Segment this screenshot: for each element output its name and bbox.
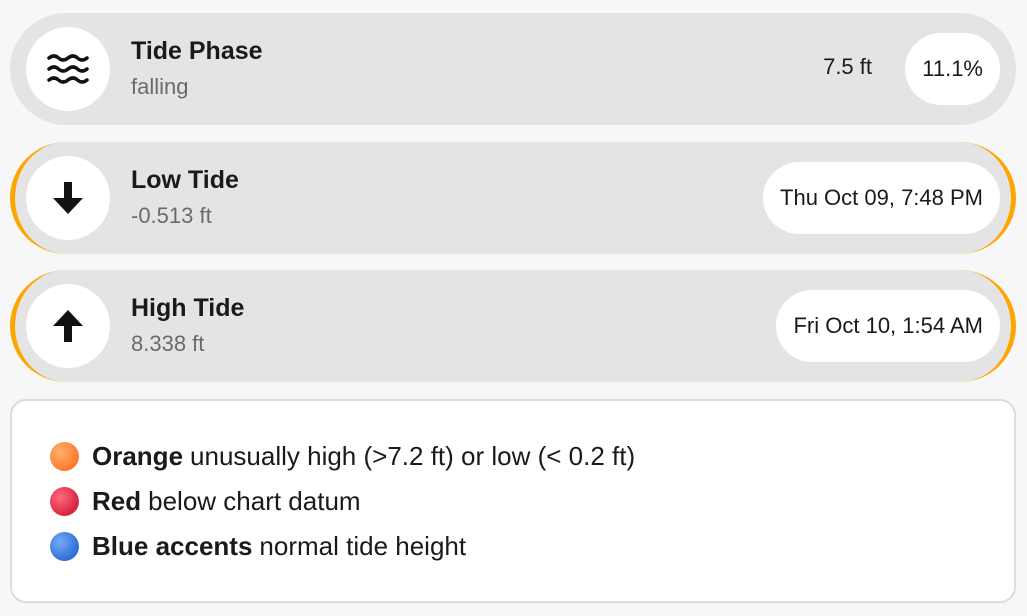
legend-label: Red [92, 486, 142, 516]
low-tide-height: -0.513 ft [131, 203, 212, 228]
tide-phase-title: Tide Phase [131, 37, 263, 65]
low-tide-time-badge: Thu Oct 09, 7:48 PM [763, 162, 1000, 234]
legend-item-blue: Blue accents normal tide height [50, 531, 466, 562]
red-dot-icon [50, 487, 79, 516]
arrow-down-icon [53, 182, 83, 214]
legend-label: Orange [92, 441, 184, 471]
tide-height-value: 7.5 ft [823, 54, 872, 79]
high-tide-title: High Tide [131, 294, 245, 322]
high-tide-height: 8.338 ft [131, 331, 205, 356]
arrow-up-icon [53, 310, 83, 342]
low-tide-title: Low Tide [131, 166, 239, 194]
high-tide-time-badge: Fri Oct 10, 1:54 AM [776, 290, 1000, 362]
color-legend: Orange unusually high (>7.2 ft) or low (… [10, 399, 1016, 603]
waves-icon [47, 54, 89, 84]
low-tide-card[interactable]: Low Tide -0.513 ft Thu Oct 09, 7:48 PM [10, 142, 1016, 254]
high-tide-icon-circle [26, 284, 110, 368]
legend-text: unusually high (>7.2 ft) or low (< 0.2 f… [190, 441, 636, 471]
tide-phase-icon-circle [26, 27, 110, 111]
low-tide-icon-circle [26, 156, 110, 240]
orange-dot-icon [50, 442, 79, 471]
high-tide-card[interactable]: High Tide 8.338 ft Fri Oct 10, 1:54 AM [10, 270, 1016, 382]
legend-label: Blue accents [92, 531, 253, 561]
tide-phase-status: falling [131, 74, 189, 99]
legend-text: normal tide height [259, 531, 467, 561]
tide-percent-badge: 11.1% [905, 33, 1000, 105]
legend-item-red: Red below chart datum [50, 486, 361, 517]
tide-phase-card[interactable]: Tide Phase falling 7.5 ft 11.1% [10, 13, 1016, 125]
tide-dashboard: Tide Phase falling 7.5 ft 11.1% Low Tide… [0, 0, 1027, 616]
blue-dot-icon [50, 532, 79, 561]
legend-item-orange: Orange unusually high (>7.2 ft) or low (… [50, 441, 635, 472]
legend-text: below chart datum [148, 486, 361, 516]
